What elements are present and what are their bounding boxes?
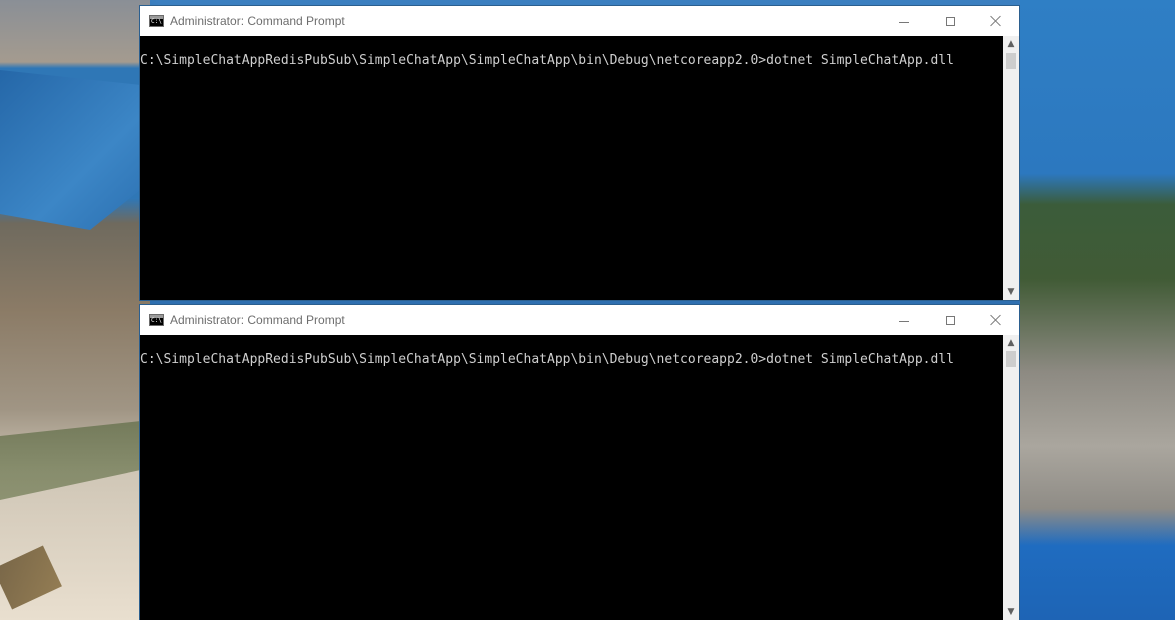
window-controls	[881, 6, 1019, 36]
cmd-icon[interactable]	[149, 314, 164, 326]
maximize-icon	[945, 16, 955, 26]
window-title: Administrator: Command Prompt	[170, 313, 345, 327]
scrollbar-thumb[interactable]	[1006, 351, 1016, 367]
window-title: Administrator: Command Prompt	[170, 14, 345, 28]
desktop-background: Administrator: Command Prompt C:\SimpleC…	[0, 0, 1175, 620]
scroll-up-icon[interactable]: ▲	[1003, 36, 1019, 52]
cmd-icon[interactable]	[149, 15, 164, 27]
console-output[interactable]: C:\SimpleChatAppRedisPubSub\SimpleChatAp…	[140, 335, 1003, 620]
console-output[interactable]: C:\SimpleChatAppRedisPubSub\SimpleChatAp…	[140, 36, 1003, 300]
maximize-button[interactable]	[927, 305, 973, 335]
command-prompt-window-2[interactable]: Administrator: Command Prompt C:\SimpleC…	[139, 304, 1020, 620]
scroll-up-icon[interactable]: ▲	[1003, 335, 1019, 351]
maximize-button[interactable]	[927, 6, 973, 36]
window-titlebar[interactable]: Administrator: Command Prompt	[140, 6, 1019, 36]
vertical-scrollbar[interactable]: ▲ ▼	[1003, 36, 1019, 300]
scrollbar-thumb[interactable]	[1006, 53, 1016, 69]
minimize-icon	[899, 21, 909, 23]
command-prompt-window-1[interactable]: Administrator: Command Prompt C:\SimpleC…	[139, 5, 1020, 301]
close-button[interactable]	[973, 6, 1019, 36]
wallpaper-cliff-right	[1020, 0, 1175, 620]
close-icon	[990, 15, 1002, 27]
maximize-icon	[945, 315, 955, 325]
vertical-scrollbar[interactable]: ▲ ▼	[1003, 335, 1019, 620]
minimize-button[interactable]	[881, 6, 927, 36]
scroll-down-icon[interactable]: ▼	[1003, 604, 1019, 620]
window-controls	[881, 305, 1019, 335]
close-button[interactable]	[973, 305, 1019, 335]
minimize-icon	[899, 320, 909, 322]
scroll-down-icon[interactable]: ▼	[1003, 284, 1019, 300]
minimize-button[interactable]	[881, 305, 927, 335]
close-icon	[990, 314, 1002, 326]
window-titlebar[interactable]: Administrator: Command Prompt	[140, 305, 1019, 335]
